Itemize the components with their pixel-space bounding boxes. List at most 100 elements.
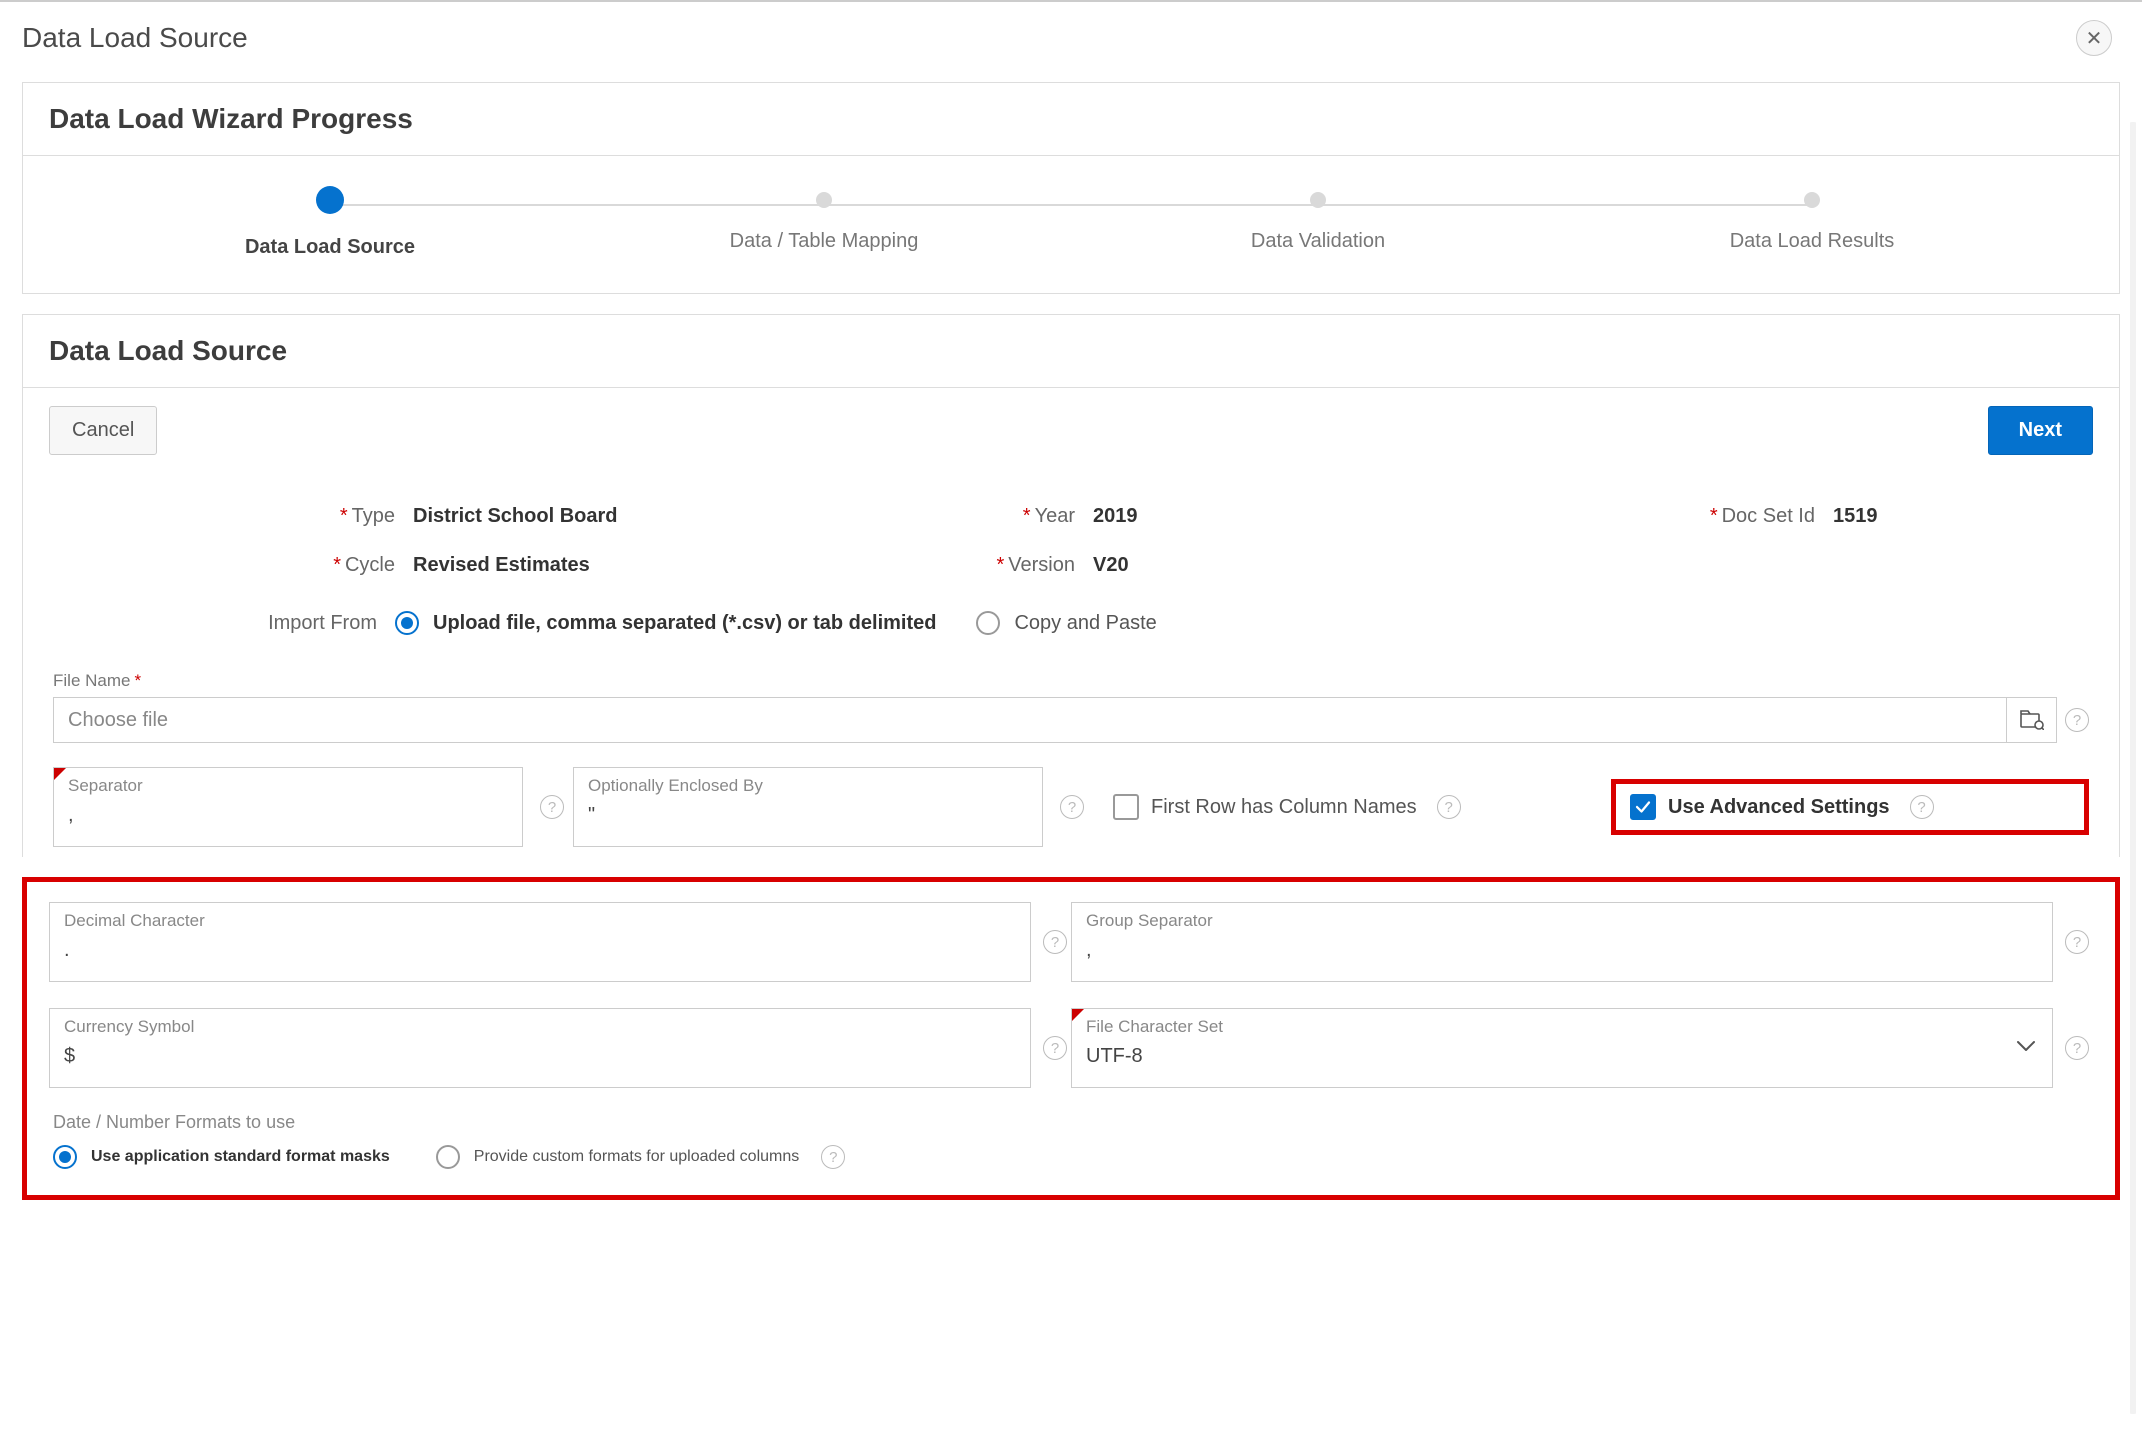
currency-input[interactable]	[64, 1045, 1016, 1068]
type-label-text: Type	[352, 505, 395, 527]
decimal-field[interactable]: Decimal Character	[49, 902, 1031, 982]
file-input[interactable]: Choose file	[53, 697, 2007, 743]
docset-value: 1519	[1833, 505, 2033, 528]
separator-field[interactable]: Separator	[53, 767, 523, 847]
radio-custom-formats[interactable]	[436, 1145, 460, 1169]
step-dot-icon	[816, 192, 832, 208]
separator-row: Separator ? Optionally Enclosed By ? Fir…	[23, 749, 2119, 857]
help-icon[interactable]: ?	[540, 795, 564, 819]
source-panel: Data Load Source Cancel Next *Type Distr…	[22, 314, 2120, 857]
help-icon[interactable]: ?	[1060, 795, 1084, 819]
meta-grid: *Type District School Board *Year 2019 *…	[23, 473, 2119, 597]
source-panel-title: Data Load Source	[49, 335, 2093, 367]
date-number-formats-block: Date / Number Formats to use Use applica…	[37, 1088, 2105, 1169]
import-from-radios: Upload file, comma separated (*.csv) or …	[395, 611, 1157, 635]
wizard-step-label: Data Validation	[1071, 230, 1565, 253]
wizard-step-mapping[interactable]: Data / Table Mapping	[577, 192, 1071, 253]
step-dot-icon	[1804, 192, 1820, 208]
wizard-title: Data Load Wizard Progress	[49, 103, 2093, 135]
chevron-down-icon	[2016, 1039, 2036, 1057]
separator-label: Separator	[68, 776, 508, 796]
cycle-label: *Cycle	[53, 554, 413, 577]
radio-standard-formats[interactable]	[53, 1145, 77, 1169]
advanced-settings-checkbox[interactable]	[1630, 794, 1656, 820]
action-row: Cancel Next	[23, 388, 2119, 473]
vertical-scrollbar[interactable]	[2128, 122, 2138, 1414]
charset-field[interactable]: File Character Set UTF-8	[1071, 1008, 2053, 1088]
wizard-steps: Data Load Source Data / Table Mapping Da…	[23, 156, 2119, 293]
date-number-formats-radios: Use application standard format masks Pr…	[53, 1145, 2089, 1169]
enclosed-by-input[interactable]	[588, 804, 1028, 827]
cycle-value: Revised Estimates	[413, 554, 993, 577]
radio-upload-label: Upload file, comma separated (*.csv) or …	[433, 612, 936, 635]
dialog-title: Data Load Source	[22, 22, 248, 54]
advanced-settings-highlight: Use Advanced Settings ?	[1611, 779, 2089, 835]
group-separator-input[interactable]	[1086, 939, 2038, 962]
decimal-label: Decimal Character	[64, 911, 1016, 931]
charset-value: UTF-8	[1086, 1045, 2038, 1068]
first-row-checkbox[interactable]	[1113, 794, 1139, 820]
wizard-step-results[interactable]: Data Load Results	[1565, 192, 2059, 253]
file-name-block: File Name* Choose file ?	[23, 665, 2119, 749]
charset-label: File Character Set	[1086, 1017, 2038, 1037]
type-value: District School Board	[413, 505, 993, 528]
enclosed-by-field[interactable]: Optionally Enclosed By	[573, 767, 1043, 847]
radio-standard-formats-label: Use application standard format masks	[91, 1148, 390, 1166]
help-icon[interactable]: ?	[2065, 708, 2089, 732]
year-value: 2019	[1093, 505, 1633, 528]
file-browse-button[interactable]	[2007, 697, 2057, 743]
advanced-settings-label: Use Advanced Settings	[1668, 796, 1890, 819]
import-from-label: Import From	[53, 612, 395, 635]
step-dot-icon	[1310, 192, 1326, 208]
advanced-grid: Decimal Character ? Group Separator ? Cu…	[37, 902, 2105, 1088]
advanced-section-highlight: Decimal Character ? Group Separator ? Cu…	[22, 877, 2120, 1200]
wizard-panel: Data Load Wizard Progress Data Load Sour…	[22, 82, 2120, 294]
help-icon[interactable]: ?	[821, 1145, 845, 1169]
docset-label-text: Doc Set Id	[1722, 505, 1815, 527]
source-panel-header: Data Load Source	[23, 315, 2119, 388]
cycle-label-text: Cycle	[345, 554, 395, 576]
group-separator-field[interactable]: Group Separator	[1071, 902, 2053, 982]
wizard-step-label: Data Load Results	[1565, 230, 2059, 253]
currency-label: Currency Symbol	[64, 1017, 1016, 1037]
window: Data Load Source ✕ Data Load Wizard Prog…	[0, 0, 2142, 1434]
help-icon[interactable]: ?	[1910, 795, 1934, 819]
type-label: *Type	[53, 505, 413, 528]
wizard-step-validation[interactable]: Data Validation	[1071, 192, 1565, 253]
year-label: *Year	[993, 505, 1093, 528]
first-row-checkbox-wrap: First Row has Column Names ?	[1093, 794, 1591, 820]
year-label-text: Year	[1035, 505, 1075, 527]
docset-label: *Doc Set Id	[1633, 505, 1833, 528]
wizard-step-source[interactable]: Data Load Source	[83, 192, 577, 259]
help-icon[interactable]: ?	[2065, 930, 2089, 954]
help-icon[interactable]: ?	[2065, 1036, 2089, 1060]
radio-custom-formats-label: Provide custom formats for uploaded colu…	[474, 1148, 799, 1166]
check-icon	[1634, 798, 1652, 816]
help-icon[interactable]: ?	[1043, 1036, 1067, 1060]
folder-search-icon	[2020, 710, 2044, 730]
currency-field[interactable]: Currency Symbol	[49, 1008, 1031, 1088]
enclosed-by-label: Optionally Enclosed By	[588, 776, 1028, 796]
wizard-step-label: Data / Table Mapping	[577, 230, 1071, 253]
close-icon: ✕	[2086, 26, 2103, 51]
close-button[interactable]: ✕	[2076, 20, 2112, 56]
first-row-label: First Row has Column Names	[1151, 796, 1417, 819]
version-value: V20	[1093, 554, 1633, 577]
group-separator-label: Group Separator	[1086, 911, 2038, 931]
separator-input[interactable]	[68, 804, 508, 827]
step-dot-icon	[316, 186, 344, 214]
help-icon[interactable]: ?	[1043, 930, 1067, 954]
radio-upload[interactable]	[395, 611, 419, 635]
file-input-placeholder: Choose file	[68, 709, 168, 732]
radio-copy-paste[interactable]	[976, 611, 1000, 635]
next-button[interactable]: Next	[1988, 406, 2093, 455]
cancel-button[interactable]: Cancel	[49, 406, 157, 455]
help-icon[interactable]: ?	[1437, 795, 1461, 819]
import-from-row: Import From Upload file, comma separated…	[23, 597, 2119, 665]
wizard-panel-header: Data Load Wizard Progress	[23, 83, 2119, 156]
date-number-formats-label: Date / Number Formats to use	[53, 1112, 2089, 1133]
wizard-step-label: Data Load Source	[83, 236, 577, 259]
radio-copy-paste-label: Copy and Paste	[1014, 612, 1156, 635]
decimal-input[interactable]	[64, 939, 1016, 962]
file-name-label-text: File Name	[53, 671, 130, 690]
